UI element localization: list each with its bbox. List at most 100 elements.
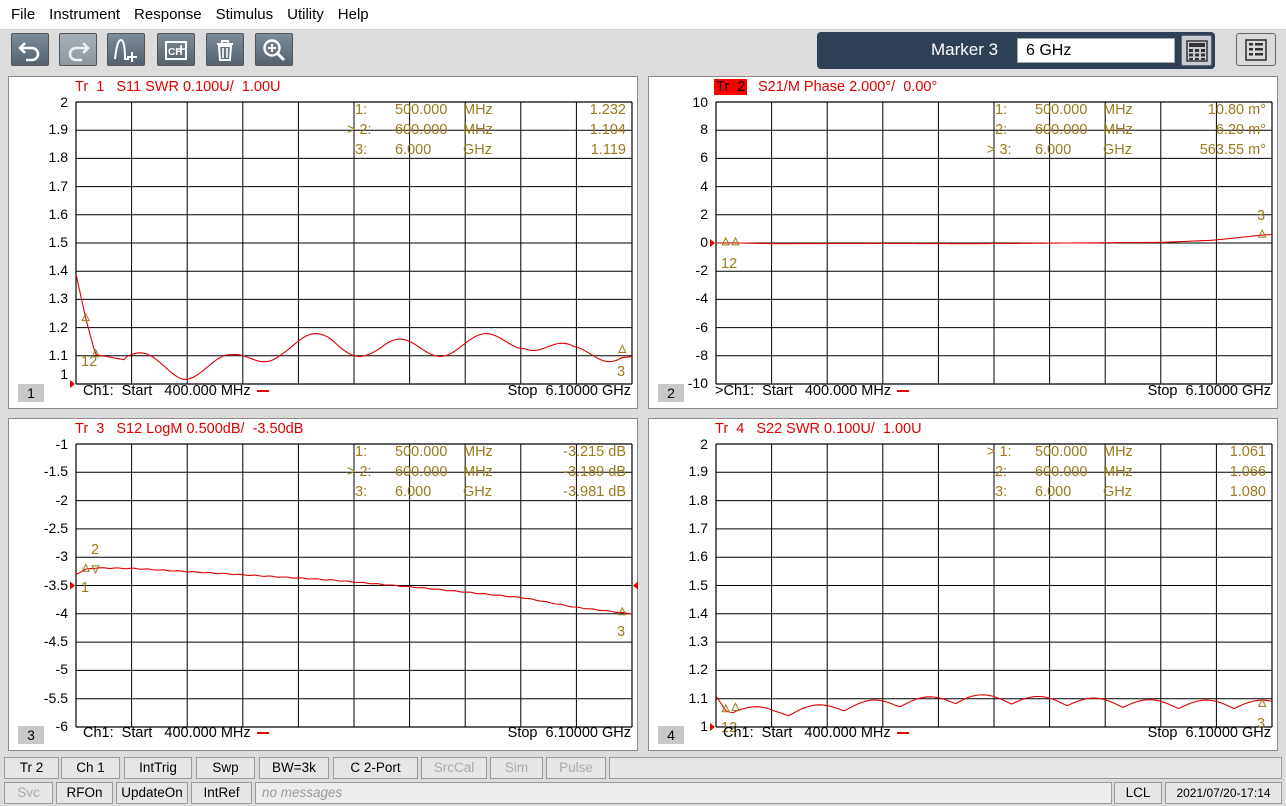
marker-unit: MHz — [463, 122, 493, 138]
status-datetime: 2021/07/20-17:14 — [1165, 782, 1282, 804]
marker-id: > 3: — [987, 142, 1012, 158]
trace-panel-4[interactable]: Tr 4 S22 SWR 0.100U/ 1.00U 2 1.9 1.8 1.7 1.6 1… — [648, 418, 1278, 751]
undo-button[interactable] — [11, 33, 49, 66]
marker-frequency: 500.000 — [395, 102, 448, 118]
y-axis-label: -5 — [55, 661, 68, 678]
start-frequency-text: Ch1: Start 400.000 MHz — [83, 725, 251, 741]
stop-frequency[interactable]: Stop 6.10000 GHz — [508, 725, 631, 741]
channel-button[interactable]: CH — [157, 33, 195, 66]
channel-window-number[interactable]: 1 — [18, 384, 44, 402]
menu-utility[interactable]: Utility — [287, 6, 324, 23]
trace-title[interactable]: Tr 4 S22 SWR 0.100U/ 1.00U — [715, 421, 922, 437]
softkey-menu-button[interactable] — [1236, 33, 1276, 66]
menu-bar: File Instrument Response Stimulus Utilit… — [0, 0, 1286, 30]
marker-frequency: 600.000 — [395, 464, 448, 480]
marker-id: > 1: — [987, 444, 1012, 460]
marker-value-input[interactable]: 6 GHz — [1017, 38, 1175, 63]
softkey-empty — [609, 757, 1282, 779]
marker-frequency: 600.000 — [1035, 122, 1088, 138]
status-intref[interactable]: IntRef — [191, 782, 252, 804]
y-axis-label: 1.6 — [688, 548, 708, 565]
y-axis-label: 1.6 — [48, 205, 68, 222]
add-marker-button[interactable] — [107, 33, 145, 66]
softkey-srccal[interactable]: SrcCal — [421, 757, 487, 779]
stop-frequency[interactable]: Stop 6.10000 GHz — [1148, 725, 1271, 741]
start-frequency[interactable]: Ch1: Start 400.000 MHz — [83, 725, 269, 741]
softkey-sweep[interactable]: Swp — [196, 757, 255, 779]
y-axis-label: 8 — [700, 121, 708, 138]
marker-tag: 12 — [721, 256, 738, 272]
trace-panel-1[interactable]: Tr 1 S11 SWR 0.100U/ 1.00U 2 1.9 1.8 1.7 1.6 1… — [8, 76, 638, 409]
active-trace-label[interactable]: Tr 2 — [714, 79, 748, 95]
softkey-trigger[interactable]: IntTrig — [124, 757, 192, 779]
menu-instrument[interactable]: Instrument — [49, 6, 120, 23]
redo-button[interactable] — [59, 33, 97, 66]
status-rfon[interactable]: RFOn — [56, 782, 113, 804]
y-axis-label: 2 — [60, 94, 68, 110]
menu-file[interactable]: File — [11, 6, 35, 23]
marker-value: -3.189 dB — [563, 464, 626, 480]
marker-frequency: 6.000 — [1035, 484, 1072, 500]
stop-frequency[interactable]: Stop 6.10000 GHz — [508, 383, 631, 399]
menu-response[interactable]: Response — [134, 6, 202, 23]
reference-level-marker — [710, 239, 715, 247]
y-axis-label: 10 — [692, 94, 708, 110]
start-frequency[interactable]: Ch1: Start 400.000 MHz — [83, 383, 269, 399]
marker-tag: 12 — [81, 354, 98, 370]
menu-help[interactable]: Help — [338, 6, 369, 23]
y-axis-label: 1.3 — [688, 633, 708, 650]
marker-frequency: 500.000 — [1035, 444, 1088, 460]
y-axis-label: 1 — [60, 366, 68, 382]
trace-title[interactable]: Tr 1 S11 SWR 0.100U/ 1.00U — [75, 79, 281, 95]
softkey-pulse[interactable]: Pulse — [546, 757, 606, 779]
marker-frequency: 600.000 — [395, 122, 448, 138]
softkey-trace[interactable]: Tr 2 — [4, 757, 59, 779]
marker-tag: 3 — [617, 624, 626, 640]
status-svc[interactable]: Svc — [4, 782, 53, 804]
y-axis-label: 1.7 — [48, 177, 68, 194]
trace-panel-2[interactable]: Tr 2 S21/M Phase 2.000°/ 0.00° 10 8 6 4 2 0 -2 -4… — [648, 76, 1278, 409]
softkey-sim[interactable]: Sim — [490, 757, 543, 779]
marker-value: 563.55 m° — [1199, 142, 1266, 158]
channel-window-number[interactable]: 3 — [18, 726, 44, 744]
y-axis-label: -1.5 — [43, 463, 68, 480]
y-axis-label: 1.2 — [48, 318, 68, 335]
y-axis-label: 1.1 — [688, 689, 708, 706]
menu-stimulus[interactable]: Stimulus — [216, 6, 274, 23]
softkey-channel[interactable]: Ch 1 — [61, 757, 120, 779]
softkey-calibration[interactable]: C 2-Port — [333, 757, 418, 779]
trash-icon — [217, 39, 233, 61]
channel-window-number[interactable]: 2 — [658, 384, 684, 402]
marker-unit: GHz — [1103, 142, 1132, 158]
zoom-in-icon — [263, 38, 286, 61]
zoom-button[interactable] — [255, 33, 293, 66]
y-axis-label: -1 — [55, 436, 68, 452]
trace-title[interactable]: Tr 3 S12 LogM 0.500dB/ -3.50dB — [75, 421, 303, 437]
marker-id: 1: — [347, 444, 368, 460]
trace-title[interactable]: S21/M Phase 2.000°/ 0.00° — [758, 79, 937, 95]
y-axis-label: 1.9 — [688, 463, 708, 480]
softkey-bar: Tr 2 Ch 1 IntTrig Swp BW=3k C 2-Port Src… — [0, 755, 1286, 780]
channel-window-number[interactable]: 4 — [658, 726, 684, 744]
y-axis-label: -2.5 — [43, 519, 68, 536]
marker-id: 2: — [987, 122, 1008, 138]
y-axis-label: -4 — [695, 290, 708, 307]
reference-level-marker — [70, 380, 75, 388]
y-axis-label: -2 — [55, 491, 68, 508]
marker-id: 1: — [347, 102, 368, 118]
marker-value: 1.061 — [1229, 444, 1266, 460]
marker-value: 1.104 — [589, 122, 626, 138]
y-axis-label: 1.8 — [688, 491, 708, 508]
softkey-bandwidth[interactable]: BW=3k — [259, 757, 329, 779]
keypad-button[interactable] — [1181, 35, 1212, 66]
trace-color-indicator — [896, 732, 909, 735]
start-frequency[interactable]: Ch1: Start 400.000 MHz — [723, 725, 909, 741]
status-message: no messages — [255, 782, 1112, 804]
start-frequency[interactable]: >Ch1: Start 400.000 MHz — [715, 383, 910, 399]
delete-button[interactable] — [206, 33, 244, 66]
stop-frequency[interactable]: Stop 6.10000 GHz — [1148, 383, 1271, 399]
status-update[interactable]: UpdateOn — [116, 782, 188, 804]
trace-panel-3[interactable]: Tr 3 S12 LogM 0.500dB/ -3.50dB -1 -1.5 -2 -2… — [8, 418, 638, 751]
y-axis-label: -3 — [55, 548, 68, 565]
marker-tag: 3 — [1257, 208, 1266, 224]
